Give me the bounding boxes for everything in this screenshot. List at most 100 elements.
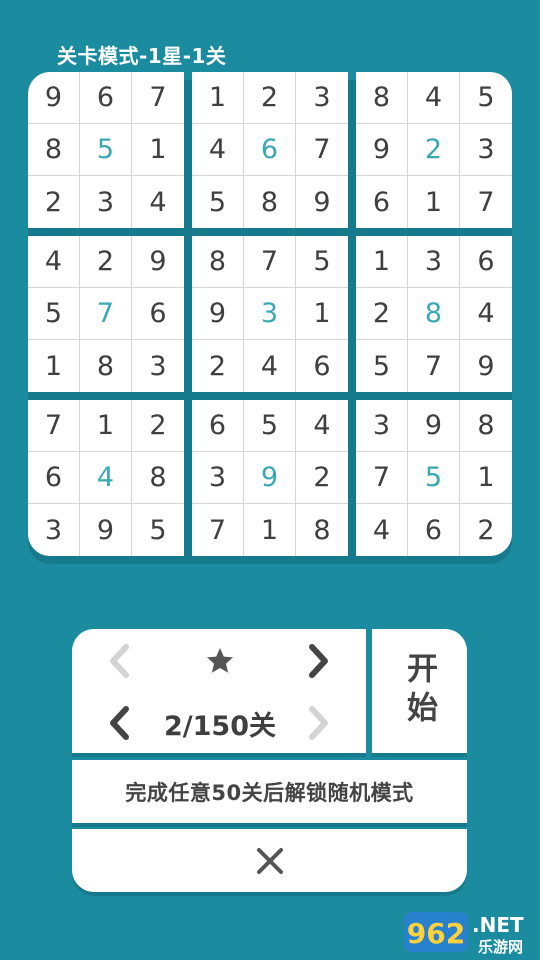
star-next-button[interactable] (302, 641, 336, 681)
sudoku-cell[interactable]: 7 (192, 504, 244, 556)
sudoku-cell[interactable]: 3 (356, 400, 408, 452)
sudoku-cell[interactable]: 2 (28, 176, 80, 228)
sudoku-board: 9678512341234675898459236174295761838759… (28, 72, 512, 556)
sudoku-cell[interactable]: 1 (192, 72, 244, 124)
sudoku-cell[interactable]: 2 (80, 236, 132, 288)
sudoku-cell[interactable]: 7 (356, 452, 408, 504)
watermark-site: 乐游网 (478, 938, 523, 956)
sudoku-cell[interactable]: 4 (296, 400, 348, 452)
sudoku-cell[interactable]: 3 (244, 288, 296, 340)
sudoku-cell[interactable]: 4 (244, 340, 296, 392)
start-button-label: 开始 (401, 652, 437, 730)
sudoku-cell[interactable]: 4 (80, 452, 132, 504)
sudoku-cell[interactable]: 2 (408, 124, 460, 176)
sudoku-cell[interactable]: 5 (408, 452, 460, 504)
sudoku-block: 398751462 (356, 400, 512, 556)
sudoku-block: 654392718 (192, 400, 348, 556)
sudoku-cell[interactable]: 9 (192, 288, 244, 340)
sudoku-cell[interactable]: 1 (244, 504, 296, 556)
watermark-net: .NET (472, 913, 524, 937)
sudoku-cell[interactable]: 5 (296, 236, 348, 288)
sudoku-cell[interactable]: 6 (296, 340, 348, 392)
sudoku-cell[interactable]: 2 (296, 452, 348, 504)
sudoku-cell[interactable]: 4 (460, 288, 512, 340)
sudoku-cell[interactable]: 5 (192, 176, 244, 228)
sudoku-cell[interactable]: 7 (28, 400, 80, 452)
star-prev-button[interactable] (102, 641, 136, 681)
sudoku-cell[interactable]: 8 (192, 236, 244, 288)
sudoku-cell[interactable]: 5 (460, 72, 512, 124)
sudoku-cell[interactable]: 6 (80, 72, 132, 124)
sudoku-cell[interactable]: 8 (244, 176, 296, 228)
sudoku-cell[interactable]: 5 (244, 400, 296, 452)
sudoku-cell[interactable]: 4 (356, 504, 408, 556)
sudoku-cell[interactable]: 7 (132, 72, 184, 124)
sudoku-cell[interactable]: 6 (356, 176, 408, 228)
sudoku-cell[interactable]: 8 (296, 504, 348, 556)
sudoku-cell[interactable]: 5 (132, 504, 184, 556)
sudoku-cell[interactable]: 9 (28, 72, 80, 124)
sudoku-cell[interactable]: 4 (192, 124, 244, 176)
sudoku-cell[interactable]: 9 (132, 236, 184, 288)
sudoku-cell[interactable]: 7 (296, 124, 348, 176)
sudoku-cell[interactable]: 1 (408, 176, 460, 228)
sudoku-cell[interactable]: 3 (460, 124, 512, 176)
sudoku-cell[interactable]: 9 (460, 340, 512, 392)
sudoku-cell[interactable]: 5 (80, 124, 132, 176)
site-watermark-logo: 962 .NET 乐游网 (404, 912, 524, 956)
sudoku-cell[interactable]: 4 (408, 72, 460, 124)
sudoku-cell[interactable]: 2 (132, 400, 184, 452)
sudoku-cell[interactable]: 9 (296, 176, 348, 228)
level-prev-button[interactable] (102, 703, 136, 743)
sudoku-cell[interactable]: 7 (408, 340, 460, 392)
sudoku-cell[interactable]: 1 (28, 340, 80, 392)
sudoku-cell[interactable]: 3 (296, 72, 348, 124)
chevron-right-icon (309, 706, 328, 740)
star-icon (207, 648, 233, 673)
sudoku-cell[interactable]: 6 (192, 400, 244, 452)
unlock-hint-text: 完成任意50关后解锁随机模式 (125, 780, 414, 805)
sudoku-cell[interactable]: 1 (460, 452, 512, 504)
start-button[interactable]: 开始 (372, 629, 467, 753)
sudoku-cell[interactable]: 6 (244, 124, 296, 176)
close-button[interactable] (72, 829, 467, 892)
sudoku-cell[interactable]: 7 (460, 176, 512, 228)
sudoku-cell[interactable]: 4 (28, 236, 80, 288)
sudoku-cell[interactable]: 8 (80, 340, 132, 392)
sudoku-cell[interactable]: 3 (28, 504, 80, 556)
sudoku-cell[interactable]: 3 (80, 176, 132, 228)
sudoku-cell[interactable]: 7 (80, 288, 132, 340)
sudoku-cell[interactable]: 2 (460, 504, 512, 556)
sudoku-cell[interactable]: 3 (192, 452, 244, 504)
sudoku-cell[interactable]: 5 (28, 288, 80, 340)
sudoku-cell[interactable]: 6 (28, 452, 80, 504)
sudoku-cell[interactable]: 9 (408, 400, 460, 452)
sudoku-cell[interactable]: 6 (460, 236, 512, 288)
sudoku-cell[interactable]: 8 (408, 288, 460, 340)
sudoku-cell[interactable]: 3 (408, 236, 460, 288)
sudoku-cell[interactable]: 6 (132, 288, 184, 340)
sudoku-cell[interactable]: 4 (132, 176, 184, 228)
sudoku-cell[interactable]: 7 (244, 236, 296, 288)
level-indicator: 2/150关 (163, 711, 276, 742)
level-next-button[interactable] (302, 703, 336, 743)
sudoku-cell[interactable]: 1 (356, 236, 408, 288)
sudoku-cell[interactable]: 9 (356, 124, 408, 176)
sudoku-cell[interactable]: 2 (356, 288, 408, 340)
sudoku-cell[interactable]: 1 (296, 288, 348, 340)
sudoku-cell[interactable]: 9 (244, 452, 296, 504)
sudoku-cell[interactable]: 6 (408, 504, 460, 556)
sudoku-cell[interactable]: 3 (132, 340, 184, 392)
sudoku-cell[interactable]: 9 (80, 504, 132, 556)
sudoku-cell[interactable]: 1 (132, 124, 184, 176)
sudoku-cell[interactable]: 5 (356, 340, 408, 392)
sudoku-cell[interactable]: 1 (80, 400, 132, 452)
watermark-number: 962 (407, 917, 465, 950)
sudoku-block: 123467589 (192, 72, 348, 228)
sudoku-cell[interactable]: 2 (244, 72, 296, 124)
sudoku-cell[interactable]: 8 (460, 400, 512, 452)
sudoku-cell[interactable]: 8 (356, 72, 408, 124)
sudoku-cell[interactable]: 8 (28, 124, 80, 176)
sudoku-cell[interactable]: 2 (192, 340, 244, 392)
sudoku-cell[interactable]: 8 (132, 452, 184, 504)
